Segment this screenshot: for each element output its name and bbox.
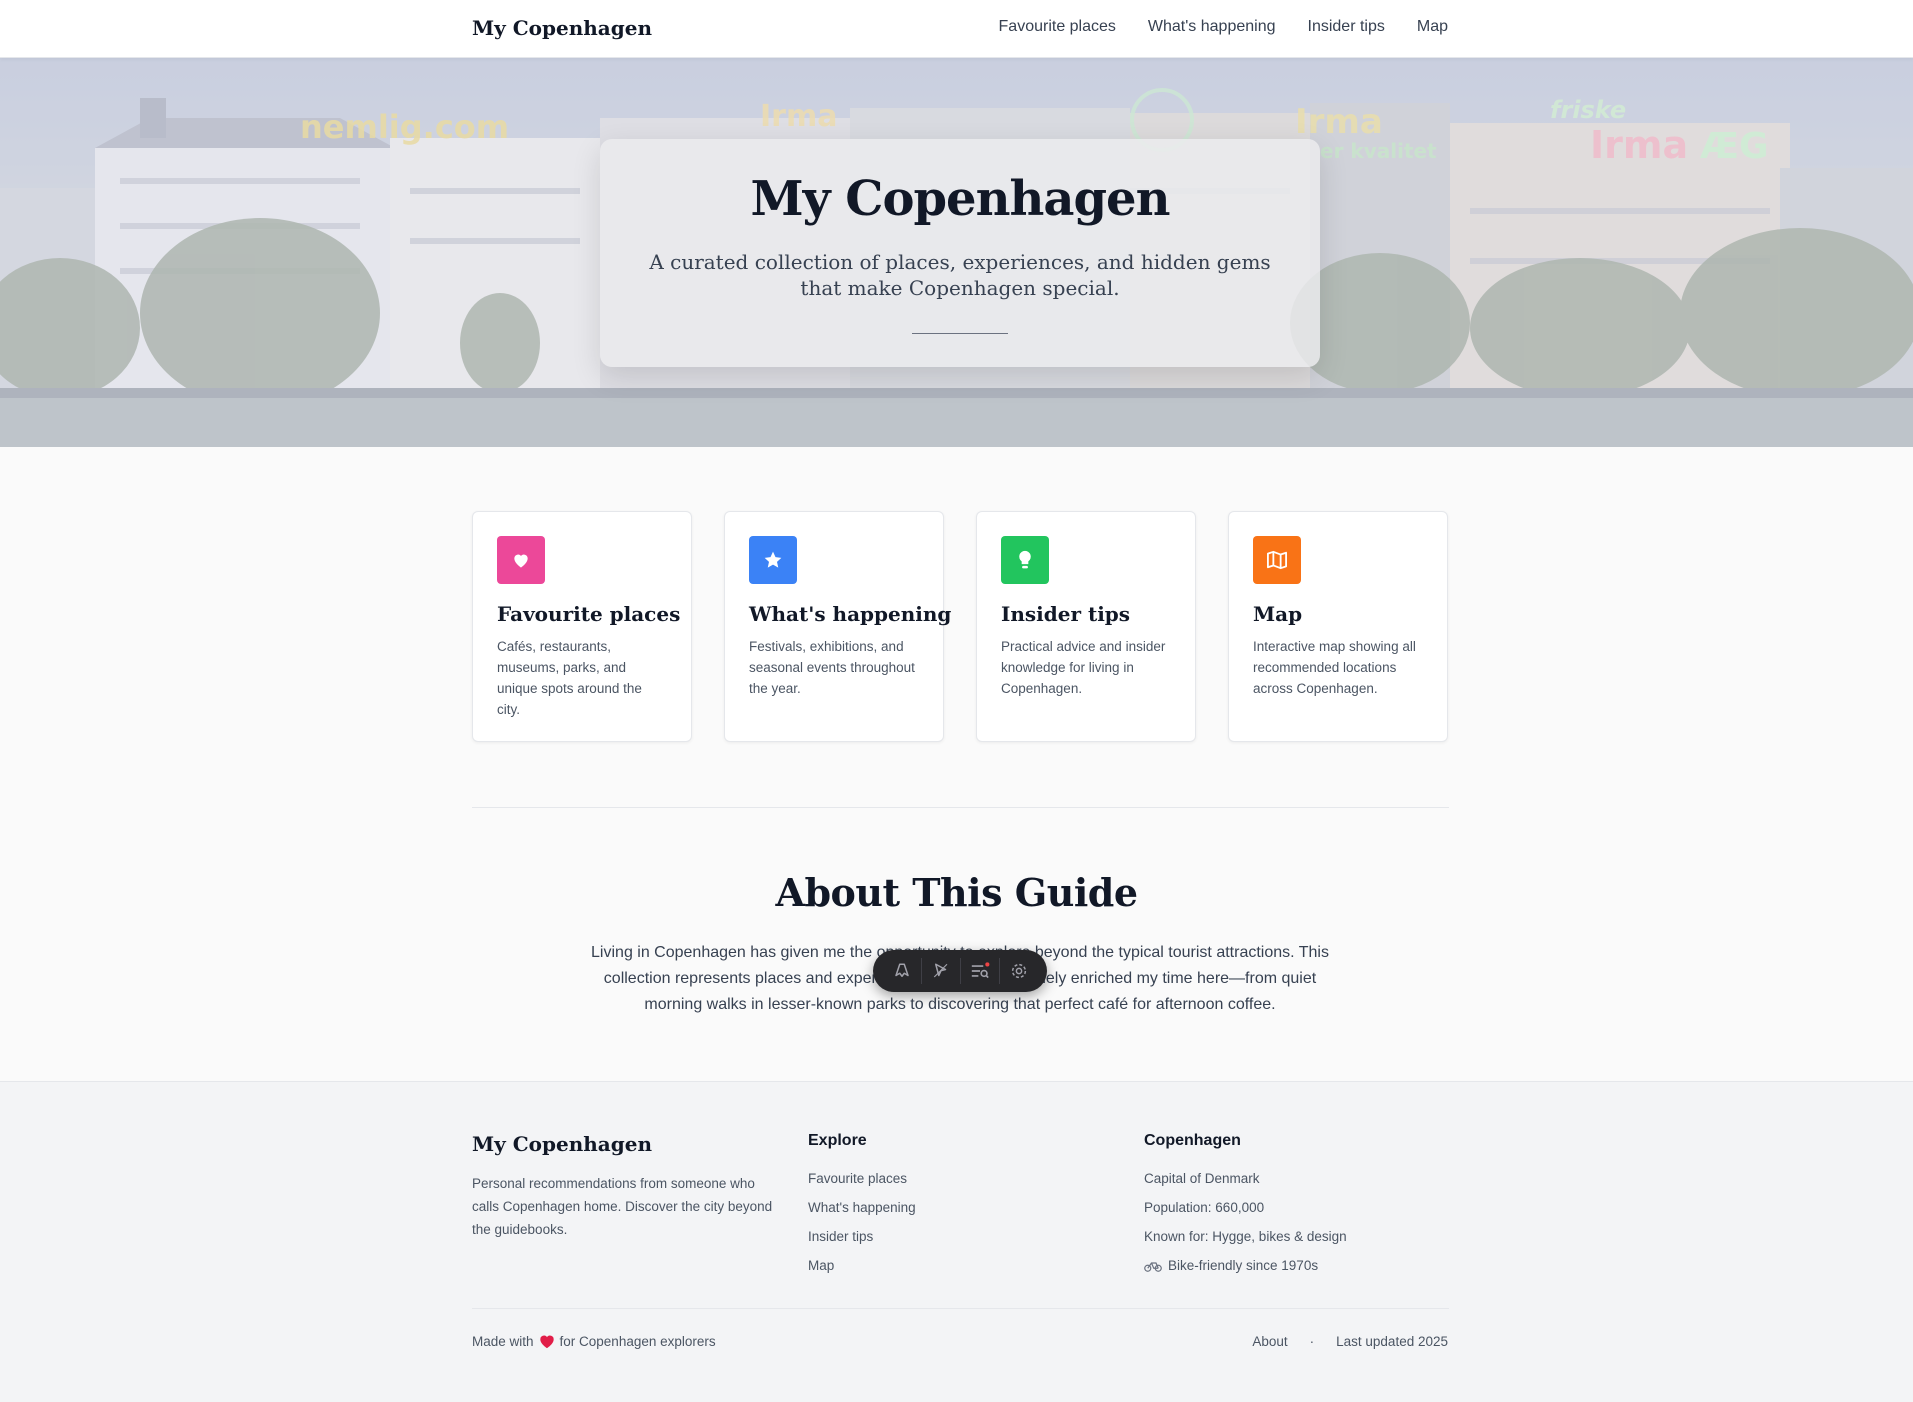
footer-brand-column: My Copenhagen Personal recommendations f…: [472, 1132, 782, 1241]
footer-city-heading: Copenhagen: [1144, 1132, 1241, 1149]
footer-link-favourite-places[interactable]: Favourite places: [808, 1164, 916, 1193]
astro-logo-icon[interactable]: [888, 957, 916, 985]
heart-icon: [539, 1335, 554, 1349]
footer-meta: About · Last updated 2025: [1252, 1334, 1448, 1349]
made-with-prefix: Made with: [472, 1334, 534, 1349]
footer-separator: ·: [1309, 1334, 1315, 1349]
nav-link-insider-tips[interactable]: Insider tips: [1308, 18, 1385, 36]
footer-explore-heading: Explore: [808, 1132, 867, 1149]
footer-fact: Population: 660,000: [1144, 1200, 1265, 1215]
card-title: What's happening: [749, 602, 952, 626]
footer-last-updated: Last updated 2025: [1336, 1334, 1448, 1349]
dev-toolbar: [873, 950, 1047, 992]
card-description: Interactive map showing all recommended …: [1253, 639, 1416, 696]
footer-link-whats-happening[interactable]: What's happening: [808, 1193, 916, 1222]
footer-explore-column: Explore Favourite places What's happenin…: [808, 1132, 916, 1280]
hero-section: nemlig.com Irma Irma er kvalitet friske …: [0, 58, 1913, 447]
card-description: Festivals, exhibitions, and seasonal eve…: [749, 639, 915, 696]
star-icon: [749, 536, 797, 584]
feature-cards: Favourite places Cafés, restaurants, mus…: [472, 511, 1448, 742]
top-navbar: My Copenhagen Favourite places What's ha…: [0, 0, 1913, 58]
card-favourite-places[interactable]: Favourite places Cafés, restaurants, mus…: [472, 511, 692, 742]
footer-brand: My Copenhagen: [472, 1132, 652, 1156]
audit-list-icon[interactable]: [966, 957, 994, 985]
made-with-suffix: for Copenhagen explorers: [559, 1334, 716, 1349]
nav-link-map[interactable]: Map: [1417, 18, 1448, 36]
card-whats-happening[interactable]: What's happening Festivals, exhibitions,…: [724, 511, 952, 742]
footer-link-insider-tips[interactable]: Insider tips: [808, 1222, 916, 1251]
toolbar-separator: [998, 958, 1000, 984]
card-insider-tips[interactable]: Insider tips Practical advice and inside…: [976, 511, 1196, 742]
card-map[interactable]: Map Interactive map showing all recommen…: [1228, 511, 1448, 742]
card-description: Cafés, restaurants, museums, parks, and …: [497, 639, 642, 717]
footer-fact: Capital of Denmark: [1144, 1171, 1260, 1186]
footer-divider: [472, 1308, 1449, 1309]
site-footer: My Copenhagen Personal recommendations f…: [0, 1081, 1913, 1402]
inspect-cursor-icon[interactable]: [927, 957, 955, 985]
hero-subtitle: A curated collection of places, experien…: [649, 250, 1271, 300]
footer-fact-bike: Bike-friendly since 1970s: [1144, 1251, 1347, 1280]
footer-about-link[interactable]: About: [1252, 1334, 1287, 1349]
hero-title: My Copenhagen: [750, 171, 1171, 227]
heart-icon: [497, 536, 545, 584]
footer-city-column: Copenhagen Capital of Denmark Population…: [1144, 1132, 1347, 1280]
footer-fact: Known for: Hygge, bikes & design: [1144, 1229, 1347, 1244]
hero-divider: [912, 333, 1008, 334]
card-title: Map: [1253, 602, 1303, 626]
card-title: Favourite places: [497, 602, 681, 626]
toolbar-separator: [959, 958, 961, 984]
nav-links: Favourite places What's happening Inside…: [999, 18, 1448, 36]
footer-link-map[interactable]: Map: [808, 1251, 916, 1280]
nav-link-favourite-places[interactable]: Favourite places: [999, 18, 1116, 36]
hero-card: My Copenhagen A curated collection of pl…: [600, 139, 1320, 367]
about-title: About This Guide: [775, 870, 1138, 915]
toolbar-separator: [920, 958, 922, 984]
nav-link-whats-happening[interactable]: What's happening: [1148, 18, 1276, 36]
settings-gear-icon[interactable]: [1005, 957, 1033, 985]
nav-brand-link[interactable]: My Copenhagen: [472, 16, 652, 40]
footer-made-with: Made with for Copenhagen explorers: [472, 1334, 716, 1349]
section-divider: [472, 807, 1449, 808]
bicycle-icon: [1144, 1261, 1162, 1272]
card-title: Insider tips: [1001, 602, 1131, 626]
footer-fact-text: Bike-friendly since 1970s: [1168, 1258, 1319, 1273]
map-icon: [1253, 536, 1301, 584]
footer-description: Personal recommendations from someone wh…: [472, 1176, 773, 1237]
lightbulb-icon: [1001, 536, 1049, 584]
card-description: Practical advice and insider knowledge f…: [1001, 639, 1166, 696]
